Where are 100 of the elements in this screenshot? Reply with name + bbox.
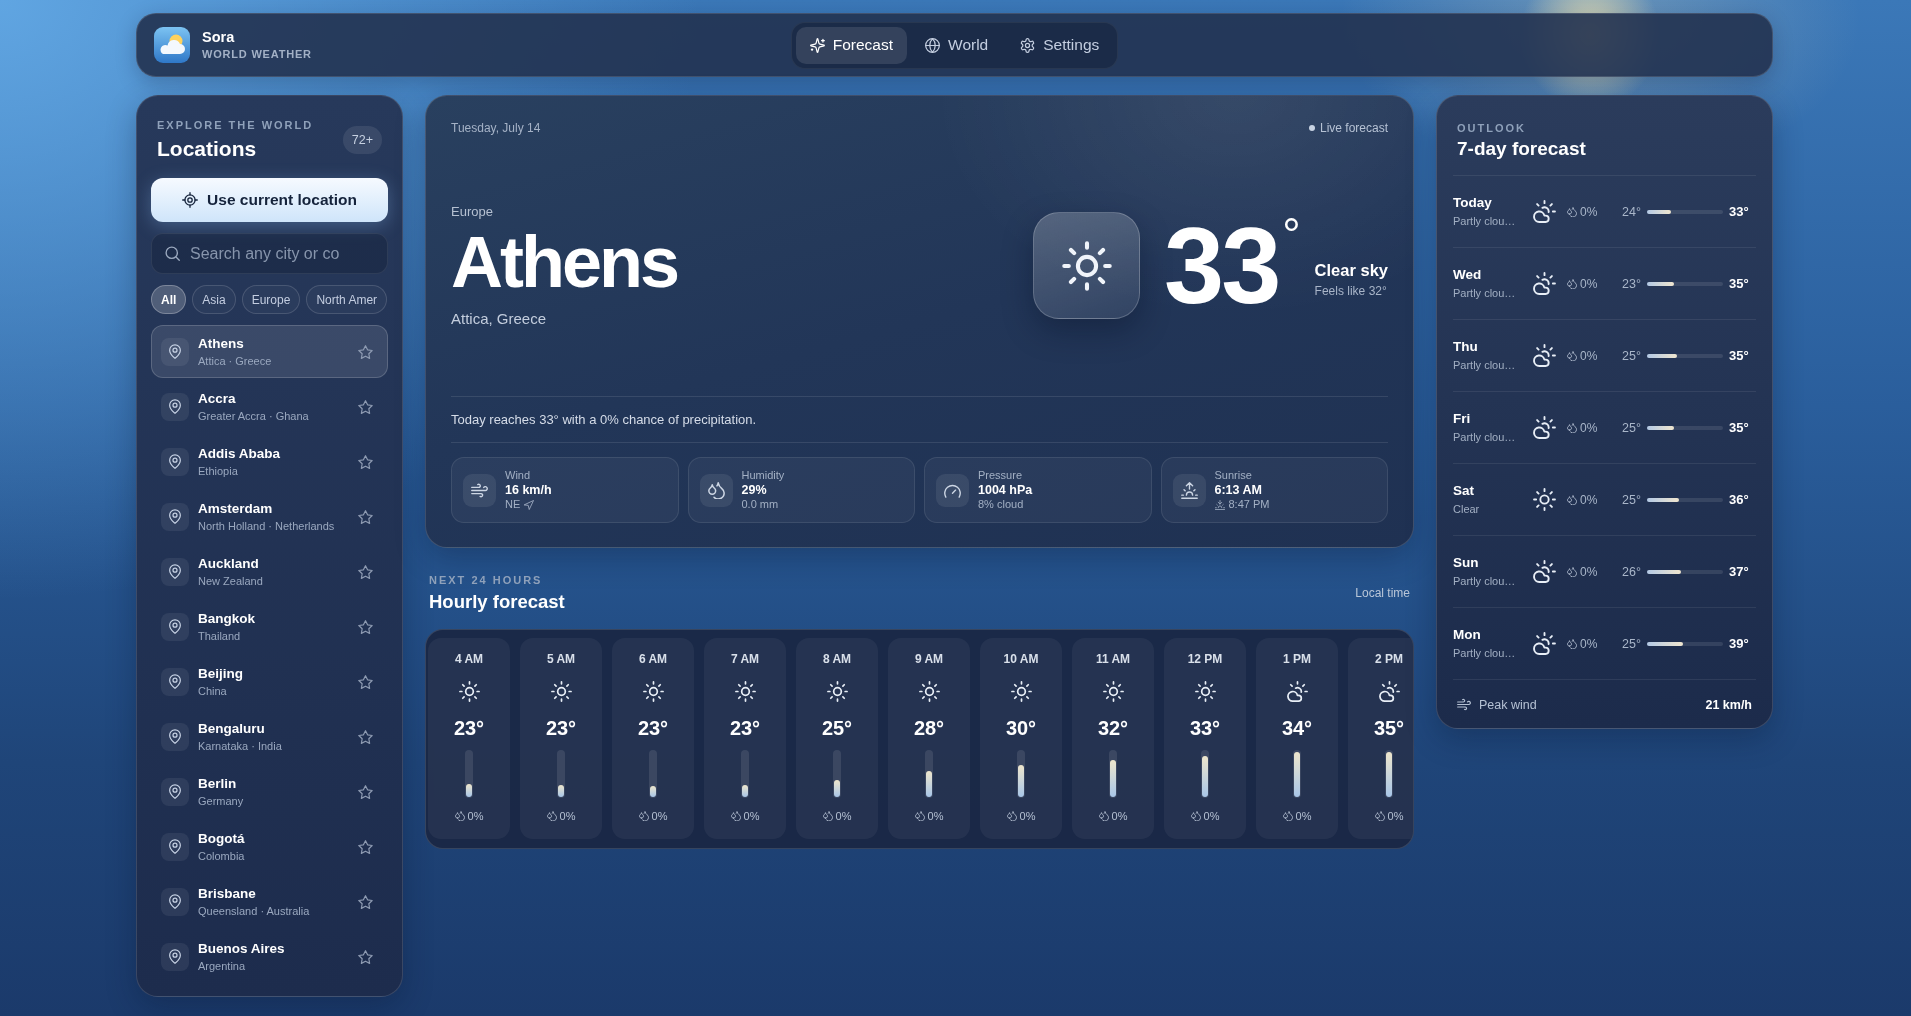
star-icon[interactable] [358,344,373,359]
peak-wind-label: Peak wind [1479,697,1537,712]
filter-chip[interactable]: North Amer [306,285,388,314]
day-name: Sat [1453,483,1474,499]
temperature-reading: 33$^{°}$ [1164,211,1301,320]
pin-icon [161,722,189,751]
droplets-icon [699,473,733,507]
sparkles-icon [809,37,825,53]
location-item[interactable]: Auckland New Zealand [151,545,388,598]
stat-detail: NE [505,498,521,511]
location-item[interactable]: Bengaluru Karnataka · India [151,710,388,763]
location-item[interactable]: Amsterdam North Holland · Netherlands [151,490,388,543]
hour-temperature: 33° [1189,717,1221,739]
star-icon[interactable] [358,399,373,414]
day-name: Today [1453,195,1492,211]
section-title: 7-day forecast [1457,137,1586,161]
location-item[interactable]: Beijing China [151,655,388,708]
droplets-icon [914,811,925,821]
droplets-icon [1282,811,1293,821]
droplets-icon [1567,206,1577,217]
cloud-sun-icon [1532,632,1556,655]
star-icon[interactable] [358,674,373,689]
high-temperature: 37° [1729,564,1750,579]
sun-icon [1010,681,1032,702]
hour-temperature: 34° [1281,717,1313,739]
cloud-sun-icon [1532,416,1556,439]
star-icon[interactable] [358,564,373,579]
hour-time: 6 AM [638,652,668,666]
high-temperature: 35° [1729,420,1750,435]
star-icon[interactable] [358,894,373,909]
cloud-sun-icon [1532,272,1556,295]
location-region: North Holland · Netherlands [198,518,336,533]
hour-time: 4 AM [454,652,484,666]
location-item[interactable]: Brisbane Queensland · Australia [151,875,388,928]
hour-time: 12 PM [1187,652,1223,666]
location-item[interactable]: Buenos Aires Argentina [151,930,388,983]
location-item[interactable]: Addis Ababa Ethiopia [151,435,388,488]
precipitation-value: 0% [1580,204,1598,219]
pin-icon [161,612,189,641]
filter-chip[interactable]: Europe [241,285,301,314]
location-item[interactable]: Accra Greater Accra · Ghana [151,380,388,433]
location-name: Athens [198,335,245,352]
location-region: New Zealand [198,573,264,588]
high-temperature: 36° [1729,492,1750,507]
pin-icon [161,942,189,971]
condition-label: Partly clou… [1453,358,1516,372]
nav-tab[interactable]: World [911,26,1003,64]
star-icon[interactable] [358,784,373,799]
section-label: OUTLOOK [1457,121,1526,135]
filter-chip[interactable]: All [151,285,187,314]
low-temperature: 26° [1622,564,1641,579]
hour-temperature: 23° [453,717,485,739]
precipitation-value: 0% [1387,809,1404,823]
wind-icon [1457,698,1471,711]
star-icon[interactable] [358,949,373,964]
location-name: Berlin [198,775,238,792]
app-subtitle: WORLD WEATHER [202,48,312,61]
condition-label: Partly clou… [1453,286,1516,300]
location-region: Germany [198,793,245,808]
location-item[interactable]: Athens Attica · Greece [151,325,388,378]
location-item[interactable]: Berlin Germany [151,765,388,818]
star-icon[interactable] [358,619,373,634]
star-icon[interactable] [358,729,373,744]
low-temperature: 24° [1622,204,1641,219]
location-item[interactable]: Bogotá Colombia [151,820,388,873]
high-temperature: 33° [1729,204,1750,219]
precipitation-value: 0% [1019,809,1036,823]
city-name: Athens [451,225,678,298]
stat-label: Sunrise [1214,469,1252,482]
globe-icon [925,37,941,53]
low-temperature: 25° [1622,420,1641,435]
star-icon[interactable] [358,839,373,854]
hour-temperature: 35° [1373,717,1405,739]
location-item[interactable]: Bangkok Thailand [151,600,388,653]
hour-time: 7 AM [730,652,760,666]
hour-time: 10 AM [1003,652,1039,666]
high-temperature: 35° [1729,276,1750,291]
location-name: Beijing [198,665,244,682]
droplets-icon [1374,811,1385,821]
star-icon[interactable] [358,454,373,469]
location-name: Addis Ababa [198,445,281,462]
sun-icon [1102,681,1124,702]
nav-tab[interactable]: Forecast [795,26,908,64]
gauge-icon [936,473,969,507]
location-region: Greater Accra · Ghana [198,408,310,423]
live-label: Live forecast [1319,120,1388,135]
location-name: Bogotá [198,830,246,847]
day-name: Wed [1453,267,1482,283]
filter-chip[interactable]: Asia [192,285,236,314]
hour-temperature: 30° [1005,717,1037,739]
nav-tab[interactable]: Settings [1006,26,1114,64]
sun-icon [826,681,848,702]
locate-button[interactable]: Use current location [151,178,388,222]
condition-label: Partly clou… [1453,214,1516,228]
day-name: Fri [1453,411,1471,427]
precipitation-value: 0% [1580,636,1598,651]
low-temperature: 23° [1622,276,1641,291]
location-name: Amsterdam [198,500,274,517]
star-icon[interactable] [358,509,373,524]
hour-time: 2 PM [1375,652,1403,666]
